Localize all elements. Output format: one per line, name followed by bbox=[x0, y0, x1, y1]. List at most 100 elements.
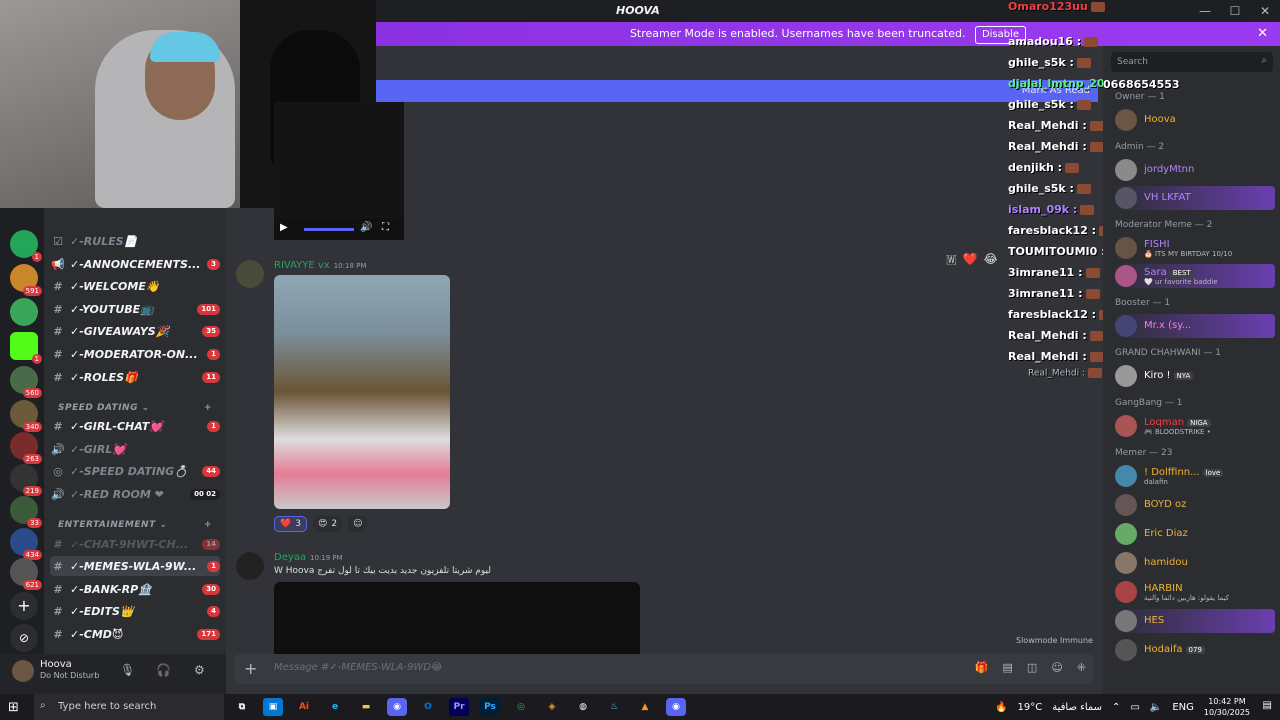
weather-text[interactable]: سماء صافية bbox=[1052, 702, 1102, 713]
clock[interactable]: 10:42 PM 10/30/2025 bbox=[1204, 696, 1250, 718]
reaction-heart-icon[interactable]: ❤️ bbox=[963, 252, 978, 267]
premiere-icon[interactable]: Pr bbox=[449, 698, 469, 716]
server-icon[interactable]: 219 bbox=[10, 464, 42, 496]
minimize-icon[interactable]: — bbox=[1190, 0, 1220, 22]
member-item[interactable]: Hoova bbox=[1111, 108, 1275, 132]
tray-chevron-icon[interactable]: ⌃ bbox=[1112, 702, 1120, 713]
weather-icon[interactable]: 🔥 bbox=[995, 702, 1007, 713]
member-item[interactable]: VH LKFAT bbox=[1111, 186, 1275, 210]
voice-channel-item[interactable]: 🔊 ✓-RED ROOM ❤ 00 02 bbox=[50, 484, 220, 504]
channel-item[interactable]: # ✓-BANK-RP🏦 30 bbox=[50, 579, 220, 599]
gif-icon[interactable]: ▤ bbox=[1003, 661, 1013, 674]
obs-icon[interactable]: ◍ bbox=[573, 698, 593, 716]
kick-server-icon[interactable]: 1 bbox=[10, 332, 42, 364]
message-author[interactable]: Deyaa 10:19 PM bbox=[274, 552, 343, 563]
avatar[interactable] bbox=[236, 260, 264, 288]
reaction-button[interactable]: 😍 2 bbox=[312, 516, 343, 532]
channel-item[interactable]: # ✓-MODERATOR-ON... 1 bbox=[50, 344, 220, 364]
edge-icon[interactable]: e bbox=[325, 698, 345, 716]
sticker-icon[interactable]: ◫ bbox=[1027, 661, 1037, 674]
channel-item[interactable]: # ✓-CMD😈 171 bbox=[50, 624, 220, 644]
reaction-button[interactable]: ❤️ 3 bbox=[274, 516, 307, 532]
discord-icon[interactable]: ◉ bbox=[387, 698, 407, 716]
member-item[interactable]: Kiro ! NYA bbox=[1111, 364, 1275, 388]
headphones-icon[interactable]: 🎧 bbox=[156, 663, 171, 677]
avatar[interactable] bbox=[236, 552, 264, 580]
member-item[interactable]: Loqman NIGA 🎮 BLOODSTRIKE • bbox=[1111, 414, 1275, 438]
add-reaction-icon[interactable]: ☺ bbox=[348, 516, 368, 532]
discover-icon[interactable]: ⊘ bbox=[10, 624, 38, 652]
server-icon[interactable]: 434 bbox=[10, 528, 42, 560]
new-messages-bar[interactable]: Mark As Read bbox=[376, 80, 1098, 102]
channel-item[interactable]: # ✓-CHAT-9HWT-CH... 14 bbox=[50, 534, 220, 554]
network-icon[interactable]: ▭ bbox=[1130, 702, 1139, 713]
play-icon[interactable]: ▶ bbox=[280, 222, 288, 233]
member-item[interactable]: jordyMtnn bbox=[1111, 158, 1275, 182]
gear-icon[interactable]: ⚙ bbox=[194, 663, 205, 677]
steam-icon[interactable]: ♨ bbox=[604, 698, 624, 716]
task-view-icon[interactable]: ⧉ bbox=[232, 698, 252, 716]
outlook-icon[interactable]: O bbox=[418, 698, 438, 716]
add-server-icon[interactable]: + bbox=[10, 592, 38, 620]
message-input[interactable]: + Message #✓-MEMES-WLA-9WD😂 🎁 ▤ ◫ ☺ ⁜ bbox=[234, 654, 1094, 684]
server-icon[interactable]: 591 bbox=[10, 264, 42, 296]
channel-item[interactable]: # ✓-EDITS👑 4 bbox=[50, 601, 220, 621]
chrome-icon[interactable]: ◎ bbox=[511, 698, 531, 716]
message-author[interactable]: RIVAYYE vx 10:18 PM bbox=[274, 260, 366, 271]
store-icon[interactable]: ▣ bbox=[263, 698, 283, 716]
member-item[interactable]: FISHI 🎂 ITS MY BIRTDAY 10/10 bbox=[1111, 236, 1275, 260]
channel-item-active[interactable]: # ✓-MEMES-WLA-9W... 1 bbox=[50, 556, 220, 576]
stage-channel-item[interactable]: ◎ ✓-SPEED DATING💍 44 bbox=[50, 461, 220, 481]
category-speed-dating[interactable]: SPEED DATING ⌄ + bbox=[58, 403, 212, 413]
search-input[interactable]: Search ⌕ bbox=[1111, 52, 1273, 72]
file-explorer-icon[interactable]: ▬ bbox=[356, 698, 376, 716]
weather-temp[interactable]: 19°C bbox=[1018, 702, 1043, 713]
attachment-image[interactable] bbox=[274, 582, 640, 654]
gift-icon[interactable]: 🎁 bbox=[975, 661, 989, 674]
channel-item[interactable]: ☑ ✓-RULES📄 bbox=[50, 231, 220, 251]
channel-item[interactable]: # ✓-ROLES🎁 11 bbox=[50, 367, 220, 387]
adobe-illustrator-icon[interactable]: Ai bbox=[294, 698, 314, 716]
member-item[interactable]: BOYD oz bbox=[1111, 493, 1275, 517]
reaction-laugh-icon[interactable]: 😂 bbox=[984, 252, 998, 267]
member-item[interactable]: Sara BEST 🤍 ur favorite baddie bbox=[1111, 264, 1275, 288]
volume-icon[interactable]: 🔊 bbox=[360, 222, 372, 233]
photoshop-icon[interactable]: Ps bbox=[480, 698, 500, 716]
server-icon[interactable] bbox=[10, 298, 38, 326]
voice-channel-item[interactable]: 🔊 ✓-GIRL💓 bbox=[50, 439, 220, 459]
member-item[interactable]: HARBIN كيما يقولو: هاربين دائما والنية bbox=[1111, 580, 1275, 604]
notification-icon[interactable]: ▤ bbox=[1263, 700, 1272, 711]
fullscreen-icon[interactable]: ⛶ bbox=[382, 222, 389, 233]
app-icon[interactable]: ▲ bbox=[635, 698, 655, 716]
member-item[interactable]: HES bbox=[1111, 609, 1275, 633]
member-item[interactable]: Hodaifa 079 bbox=[1111, 638, 1275, 662]
reaction-w-icon[interactable]: 🇼 bbox=[946, 252, 957, 267]
server-icon[interactable]: 1 bbox=[10, 230, 42, 262]
member-item[interactable]: Eric Diaz bbox=[1111, 522, 1275, 546]
add-channel-icon[interactable]: + bbox=[204, 403, 212, 413]
windows-start-icon[interactable]: ⊞ bbox=[8, 700, 19, 715]
upload-icon[interactable]: + bbox=[244, 659, 257, 678]
volume-icon[interactable]: 🔈 bbox=[1150, 702, 1162, 713]
server-icon[interactable]: 340 bbox=[10, 400, 42, 432]
member-item[interactable]: hamidou bbox=[1111, 551, 1275, 575]
server-icon[interactable]: 263 bbox=[10, 432, 42, 464]
category-entertainement[interactable]: ENTERTAINEMENT ⌄ + bbox=[58, 520, 212, 530]
taskbar-search[interactable]: ⌕ Type here to search bbox=[34, 694, 224, 720]
channel-item[interactable]: # ✓-YOUTUBE📺 101 bbox=[50, 299, 220, 319]
app-icon[interactable]: ◈ bbox=[542, 698, 562, 716]
video-progress[interactable] bbox=[304, 228, 354, 231]
channel-item[interactable]: # ✓-GIRL-CHAT💓 1 bbox=[50, 416, 220, 436]
discord-icon[interactable]: ◉ bbox=[666, 698, 686, 716]
avatar[interactable] bbox=[12, 660, 34, 682]
member-item[interactable]: ! Dolffinn... love dalafin bbox=[1111, 464, 1275, 488]
banner-close-icon[interactable]: ✕ bbox=[1257, 22, 1268, 46]
member-item[interactable]: Mr.x (sy... bbox=[1111, 314, 1275, 338]
maximize-icon[interactable]: ☐ bbox=[1220, 0, 1250, 22]
server-icon[interactable]: 33 bbox=[10, 496, 42, 528]
video-embed[interactable]: ▶ 🔊 ⛶ bbox=[274, 102, 404, 240]
server-icon[interactable]: 560 bbox=[10, 366, 42, 398]
emoji-icon[interactable]: ☺ bbox=[1051, 661, 1062, 674]
channel-item[interactable]: # ✓-WELCOME👋 bbox=[50, 276, 220, 296]
apps-icon[interactable]: ⁜ bbox=[1077, 661, 1086, 674]
